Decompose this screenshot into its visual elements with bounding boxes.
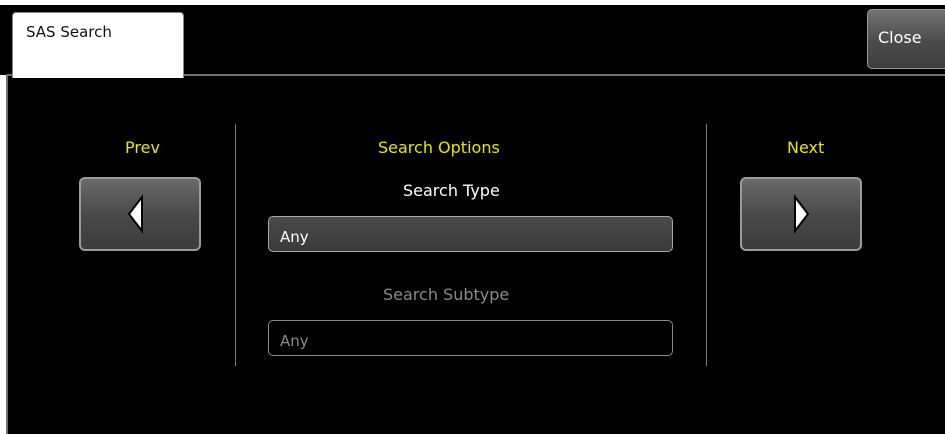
prev-label: Prev [125, 138, 160, 157]
search-options-heading: Search Options [378, 138, 500, 157]
search-type-label: Search Type [403, 181, 500, 200]
search-subtype-label: Search Subtype [383, 285, 510, 304]
close-button[interactable]: Close [867, 9, 945, 69]
right-divider [706, 124, 707, 366]
prev-button[interactable] [79, 177, 201, 251]
search-dialog: SAS Search Close Prev Search Options Sea… [0, 0, 945, 434]
search-type-select[interactable]: Any [268, 216, 673, 252]
left-divider [235, 124, 236, 366]
tab-sas-search[interactable] [12, 12, 184, 78]
right-triangle-icon [794, 194, 810, 234]
next-label: Next [787, 138, 825, 157]
next-button[interactable] [740, 177, 862, 251]
search-panel [6, 74, 945, 434]
search-subtype-select: Any [268, 320, 673, 356]
left-triangle-icon [127, 194, 143, 234]
tab-sas-search-label: SAS Search [26, 23, 112, 41]
